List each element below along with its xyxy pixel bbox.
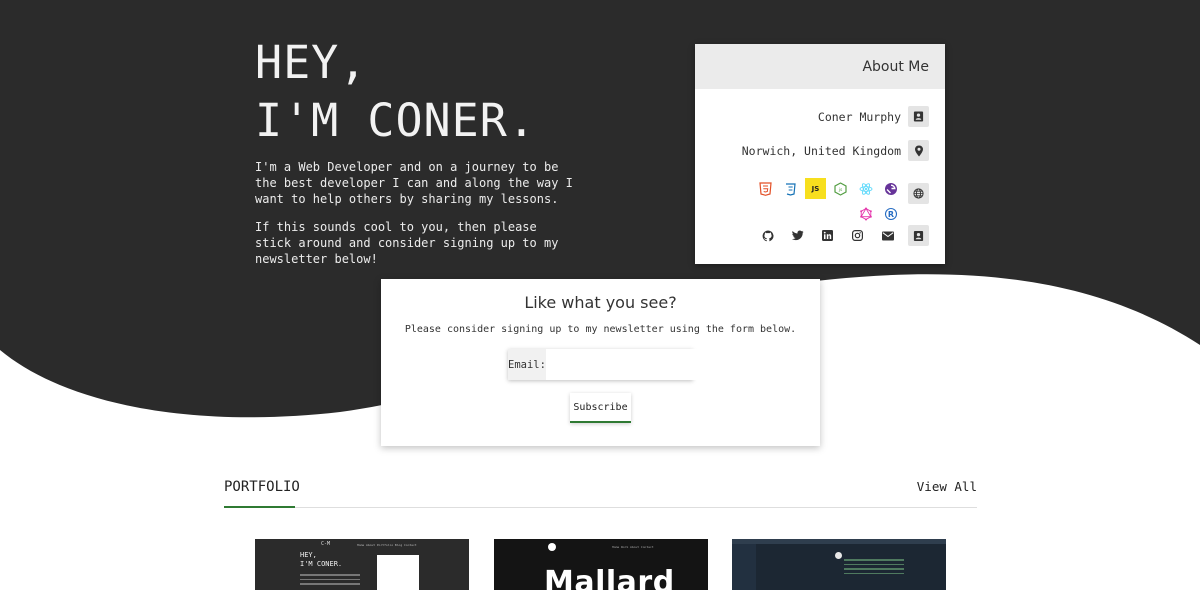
newsletter-card: Like what you see? Please consider signi… xyxy=(381,279,820,446)
thumbnail-text-lines xyxy=(300,574,360,588)
thumbnail-title: HEY, I'M CONER. xyxy=(300,551,342,569)
view-all-link[interactable]: View All xyxy=(917,479,977,494)
about-me-heading: About Me xyxy=(695,44,945,89)
portfolio-header: PORTFOLIO View All xyxy=(224,479,977,508)
portfolio-item-personal-site[interactable]: C-M Home About Portfolio Blog Contact HE… xyxy=(255,539,469,590)
contact-card-icon xyxy=(908,106,929,127)
portfolio-title: PORTFOLIO xyxy=(224,479,300,508)
map-pin-icon xyxy=(908,140,929,161)
thumbnail-sidebar xyxy=(732,544,756,590)
thumbnail-logo xyxy=(548,543,556,551)
thumbnail-title-line2: I'M CONER. xyxy=(300,560,343,568)
redux-icon: R xyxy=(880,203,901,224)
nodejs-icon: js xyxy=(830,178,851,199)
thumbnail-code-lines xyxy=(844,559,904,577)
linkedin-icon[interactable] xyxy=(818,226,837,245)
skills-icon-list: JS js R xyxy=(731,178,901,224)
social-links xyxy=(758,225,929,246)
svg-text:js: js xyxy=(838,187,843,193)
about-location-row: Norwich, United Kingdom xyxy=(742,140,929,161)
react-icon xyxy=(855,178,876,199)
thumbnail-nav: Home Work About Contact xyxy=(612,545,654,549)
email-label: Email: xyxy=(508,349,546,380)
svg-text:R: R xyxy=(887,210,893,219)
thumbnail-dot xyxy=(835,552,842,559)
thumbnail-toolbar xyxy=(732,539,946,544)
thumbnail-title: Mallard xyxy=(544,565,675,590)
about-me-card: About Me Coner Murphy Norwich, United Ki… xyxy=(695,44,945,264)
graphql-icon xyxy=(855,203,876,224)
hero-intro-text: I'm a Web Developer and on a journey to … xyxy=(255,160,573,206)
github-icon[interactable] xyxy=(758,226,777,245)
email-input[interactable] xyxy=(545,349,705,380)
css3-icon xyxy=(780,178,801,199)
hero-title-line1: HEY, xyxy=(255,36,368,89)
hero-newsletter-text: If this sounds cool to you, then please … xyxy=(255,220,559,266)
about-name: Coner Murphy xyxy=(817,109,901,124)
thumbnail-logo: C-M xyxy=(321,541,331,547)
email-field-group: Email: xyxy=(508,349,705,380)
thumbnail-title-line1: HEY, xyxy=(300,551,317,559)
portfolio-item-mallard[interactable]: Home Work About Contact Mallard xyxy=(494,539,708,590)
html5-icon xyxy=(755,178,776,199)
subscribe-button[interactable]: Subscribe xyxy=(570,393,631,423)
thumbnail-card xyxy=(377,555,419,590)
thumbnail-nav: Home About Portfolio Blog Contact xyxy=(357,543,417,547)
newsletter-title: Like what you see? xyxy=(524,293,677,312)
javascript-icon: JS xyxy=(805,178,826,199)
about-location: Norwich, United Kingdom xyxy=(741,143,901,158)
hero-title: HEY, I'M CONER. xyxy=(255,34,536,150)
portfolio-item-code-editor[interactable] xyxy=(732,539,946,590)
twitter-icon[interactable] xyxy=(788,226,807,245)
globe-icon[interactable] xyxy=(908,183,929,204)
email-icon[interactable] xyxy=(878,226,897,245)
about-name-row: Coner Murphy xyxy=(818,106,929,127)
contact-card-icon[interactable] xyxy=(908,225,929,246)
instagram-icon[interactable] xyxy=(848,226,867,245)
hero-title-line2: I'M CONER. xyxy=(255,94,536,147)
newsletter-text: Please consider signing up to my newslet… xyxy=(404,324,797,335)
gatsby-icon xyxy=(880,178,901,199)
